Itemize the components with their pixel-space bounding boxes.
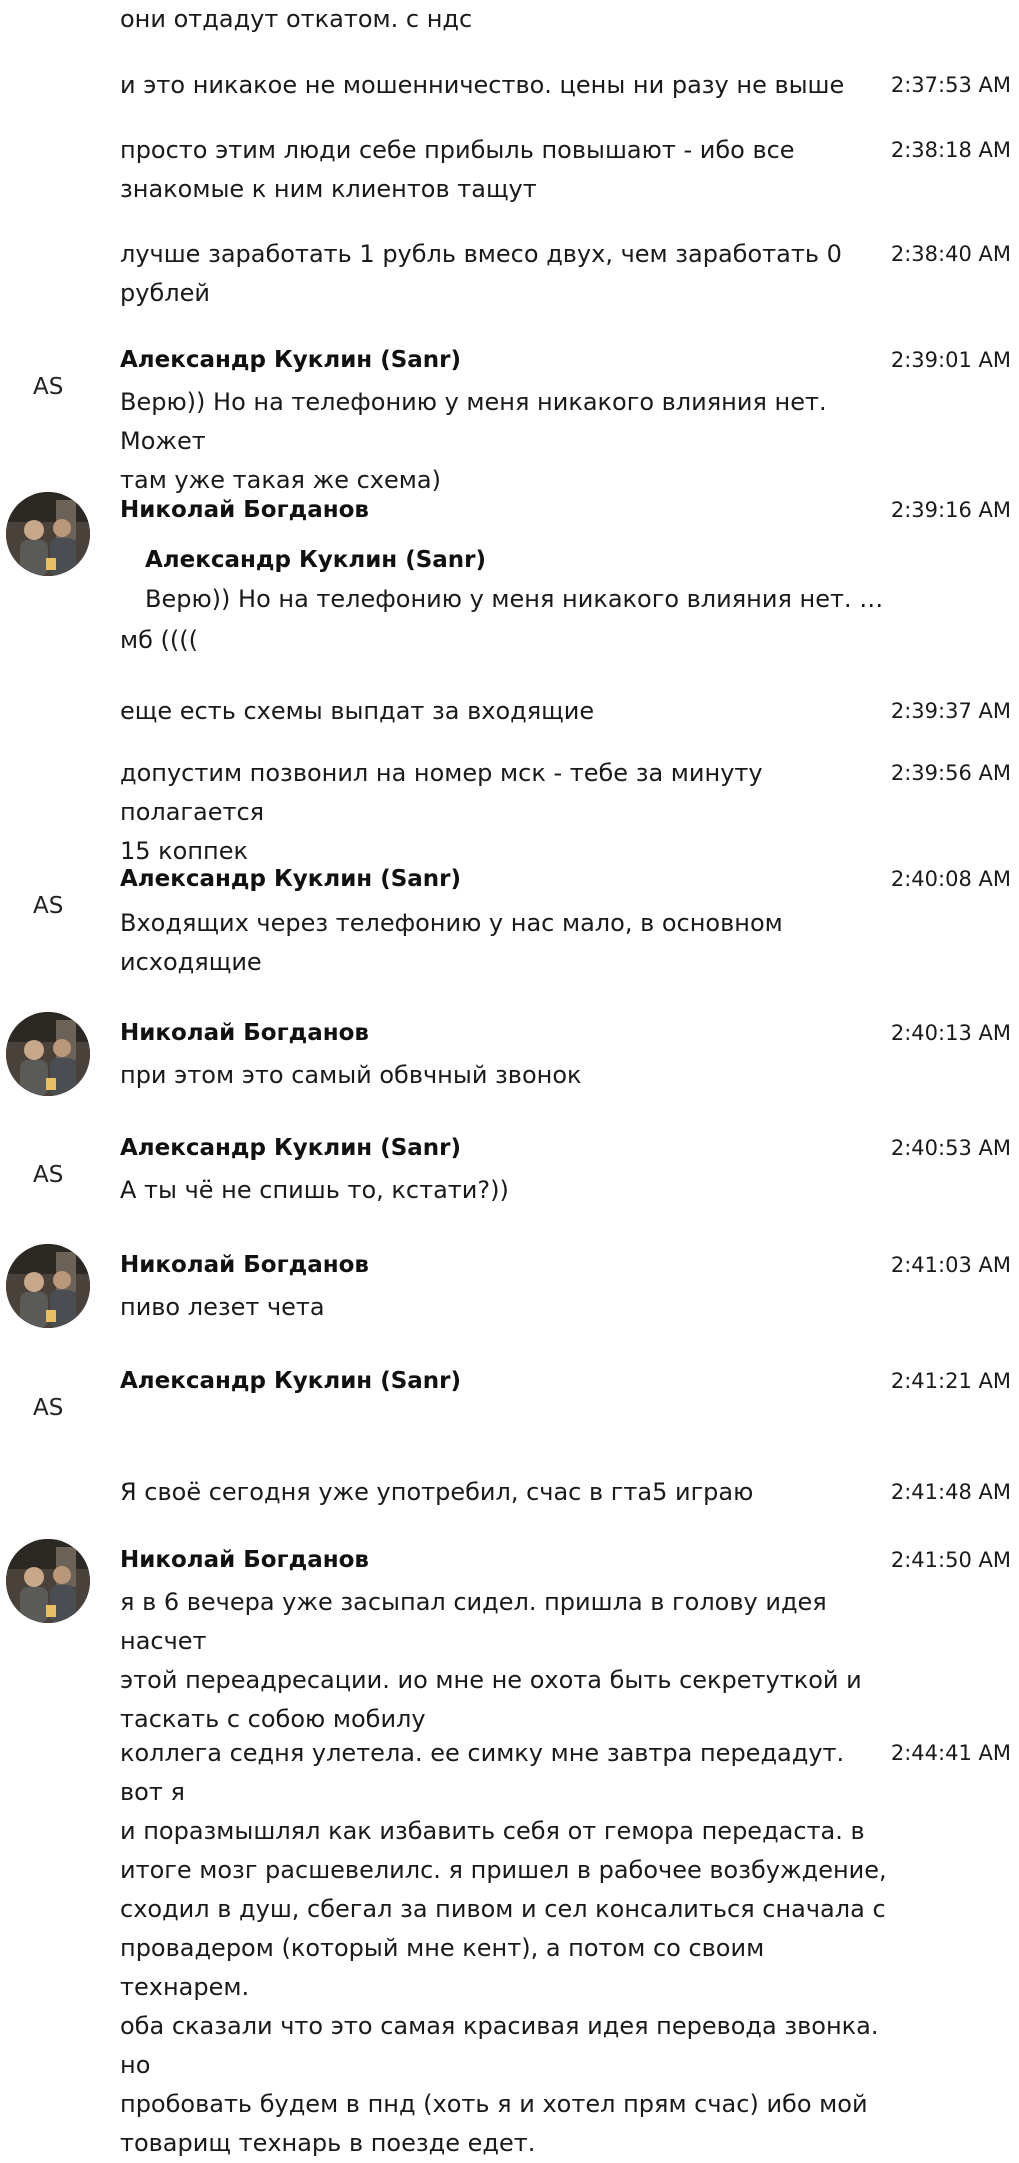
quote-author: Александр Куклин (Sanr): [145, 547, 487, 573]
message-author[interactable]: Александр Куклин (Sanr): [120, 1366, 461, 1396]
message-time: 2:40:08 AM: [890, 867, 1011, 891]
message-time: 2:40:13 AM: [890, 1021, 1011, 1045]
message-author[interactable]: Александр Куклин (Sanr): [120, 864, 461, 894]
avatar-initials: AS: [33, 893, 64, 919]
message-time: 2:41:03 AM: [890, 1253, 1011, 1277]
message-time: 2:41:48 AM: [890, 1480, 1011, 1504]
message-time: 2:40:53 AM: [890, 1136, 1011, 1160]
message-text: еще есть схемы выпдат за входящие: [120, 697, 595, 725]
message-time: 2:38:40 AM: [890, 242, 1011, 266]
message-text: мб ((((: [120, 626, 198, 654]
message-text: при этом это самый обвчный звонок: [120, 1061, 582, 1089]
message-text: и это никакое не мошенничество. цены ни …: [120, 71, 845, 99]
avatar-initials: AS: [33, 374, 64, 400]
avatar-photo: [6, 1012, 90, 1096]
message-author[interactable]: Николай Богданов: [120, 1250, 369, 1280]
message-text: пиво лезет чета: [120, 1293, 325, 1321]
avatar[interactable]: [6, 1012, 90, 1096]
message-text: А ты чё не спишь то, кстати?)): [120, 1176, 509, 1204]
message-text: просто этим люди себе прибыль повышают -…: [120, 136, 795, 203]
quote-text[interactable]: Верю)) Но на телефонию у меня никакого в…: [145, 583, 890, 615]
message-author[interactable]: Николай Богданов: [120, 1545, 369, 1575]
message-author[interactable]: Николай Богданов: [120, 495, 369, 525]
message-time: 2:44:41 AM: [890, 1741, 1011, 1765]
message-time: 2:38:18 AM: [890, 138, 1011, 162]
message-time: 2:39:16 AM: [890, 498, 1011, 522]
message-text: Входящих через телефонию у нас мало, в о…: [120, 909, 783, 976]
avatar[interactable]: [6, 1539, 90, 1623]
message-time: 2:39:56 AM: [890, 761, 1011, 785]
message-author[interactable]: Александр Куклин (Sanr): [120, 345, 461, 375]
message-text: лучше заработать 1 рубль вмесо двух, чем…: [120, 240, 842, 307]
avatar-photo: [6, 1539, 90, 1623]
avatar-initials: AS: [33, 1395, 64, 1421]
avatar[interactable]: [6, 1244, 90, 1328]
message-text: допустим позвонил на номер мск - тебе за…: [120, 759, 763, 865]
avatar-initials: AS: [33, 1162, 64, 1188]
message-time: 2:41:50 AM: [890, 1548, 1011, 1572]
message-text: Я своё сегодня уже употребил, счас в гта…: [120, 1478, 754, 1506]
message-text: они отдадут откатом. с ндс: [120, 5, 473, 33]
message-text: я в 6 вечера уже засыпал сидел. пришла в…: [120, 1588, 862, 1733]
avatar-photo: [6, 1244, 90, 1328]
avatar-photo: [6, 492, 90, 576]
avatar[interactable]: [6, 492, 90, 576]
message-text: коллега седня улетела. ее симку мне завт…: [120, 1739, 887, 2157]
message-time: 2:39:01 AM: [890, 348, 1011, 372]
message-text: Верю)) Но на телефонию у меня никакого в…: [120, 388, 827, 494]
message-author[interactable]: Александр Куклин (Sanr): [120, 1133, 461, 1163]
message-time: 2:39:37 AM: [890, 699, 1011, 723]
message-time: 2:41:21 AM: [890, 1369, 1011, 1393]
message-author[interactable]: Николай Богданов: [120, 1018, 369, 1048]
message-time: 2:37:53 AM: [890, 73, 1011, 97]
